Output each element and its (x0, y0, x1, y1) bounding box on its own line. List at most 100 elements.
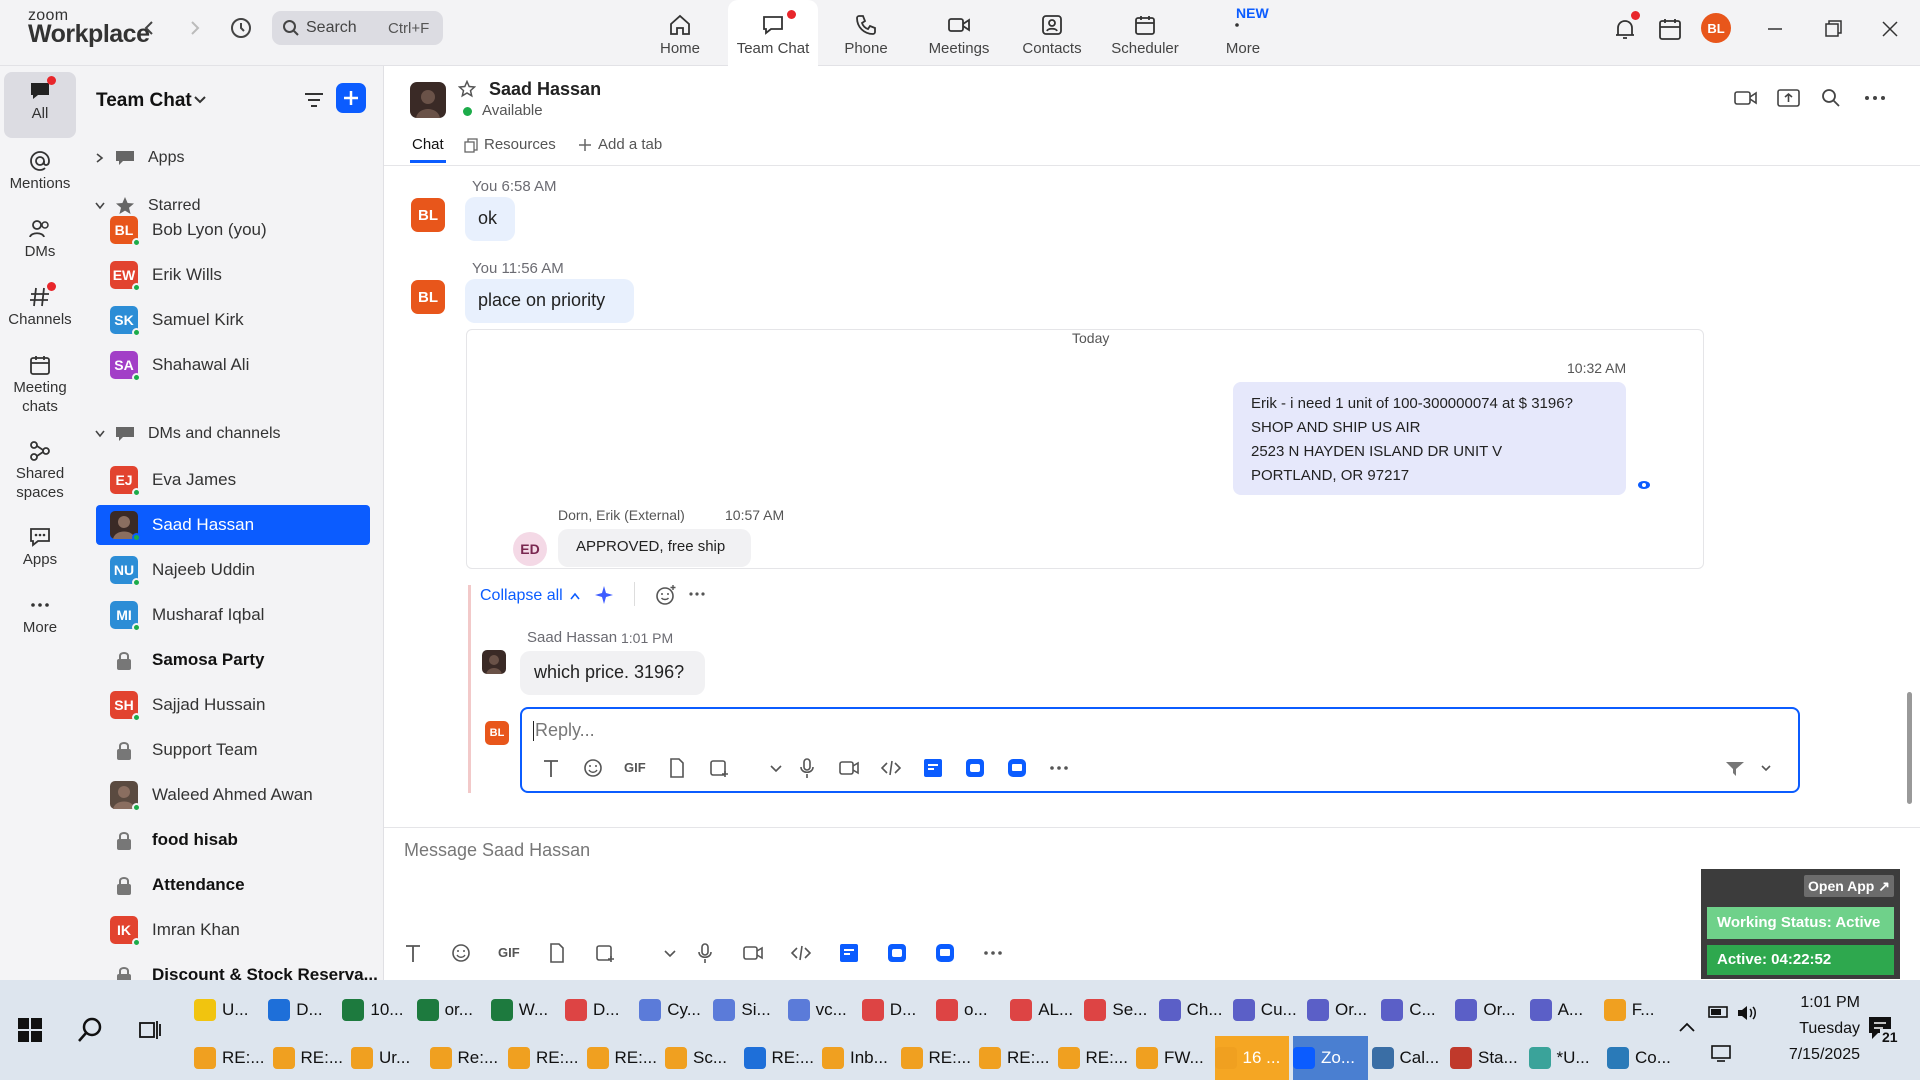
taskbar-app-button[interactable]: Si... (713, 988, 783, 1032)
taskbar-app-button[interactable]: A... (1529, 988, 1600, 1032)
taskbar-app-button[interactable]: vc... (787, 988, 858, 1032)
contact-name[interactable]: Saad Hassan (489, 79, 601, 100)
clock-day[interactable]: Tuesday (1776, 1020, 1860, 1038)
minimize-icon[interactable] (1766, 20, 1784, 38)
reply-input[interactable]: Reply... (535, 720, 595, 741)
taskbar-app-button[interactable]: RE:... (586, 1036, 662, 1080)
taskbar-app-button[interactable]: C... (1381, 988, 1451, 1032)
taskbar-app-button[interactable]: Or... (1307, 988, 1377, 1032)
add-reaction-icon[interactable] (655, 584, 677, 606)
search-bar[interactable]: Search Ctrl+F (272, 11, 443, 45)
gif-icon[interactable]: GIF (624, 760, 646, 775)
quoted-message-bubble[interactable]: Erik - i need 1 unit of 100-300000074 at… (1233, 382, 1626, 495)
taskbar-app-button[interactable]: *U... (1528, 1036, 1604, 1080)
ai-sparkle-icon[interactable] (594, 584, 616, 606)
forward-arrow-icon[interactable] (184, 18, 204, 38)
app-blue-chat-icon[interactable] (934, 942, 956, 964)
rail-mentions[interactable]: Mentions (0, 148, 80, 193)
taskbar-app-button[interactable]: RE:... (900, 1036, 976, 1080)
nav-team-chat[interactable]: Team Chat (728, 0, 818, 66)
taskbar-app-button[interactable]: Cu... (1232, 988, 1303, 1032)
rail-channels[interactable]: Channels (0, 282, 80, 329)
history-icon[interactable] (228, 15, 254, 41)
chevron-down-icon[interactable] (192, 92, 208, 108)
taskbar-app-button[interactable]: RE:... (508, 1036, 583, 1080)
show-hidden-icons-chevron[interactable] (1678, 1020, 1696, 1034)
microphone-icon[interactable] (796, 757, 818, 779)
sidebar-item[interactable]: EW Erik Wills (96, 255, 370, 295)
taskbar-app-button[interactable]: Ur... (351, 1036, 426, 1080)
reply-bubble[interactable]: APPROVED, free ship (558, 529, 751, 567)
taskbar-app-button[interactable]: FW... (1136, 1036, 1211, 1080)
favorite-star-icon[interactable] (458, 80, 476, 98)
app-blue-calendar-icon[interactable] (886, 942, 908, 964)
rail-meeting-chats[interactable]: Meeting chats (0, 352, 80, 416)
windows-start-icon[interactable] (18, 1018, 42, 1042)
code-snippet-icon[interactable] (790, 942, 812, 964)
taskbar-app-button[interactable]: Or... (1455, 988, 1525, 1032)
bell-icon[interactable] (1612, 11, 1640, 42)
reply-input-box[interactable]: Reply... GIF (520, 707, 1800, 793)
taskbar-app-button[interactable]: Ch... (1158, 988, 1229, 1032)
sidebar-item[interactable]: SK Samuel Kirk (96, 300, 370, 340)
taskbar-app-button[interactable]: 10... (342, 988, 412, 1032)
collapse-all-button[interactable]: Collapse all (480, 587, 581, 605)
app-blue-chat-icon[interactable] (1006, 757, 1028, 779)
video-message-icon[interactable] (838, 757, 860, 779)
emoji-icon[interactable] (582, 757, 604, 779)
chevron-down-icon[interactable] (765, 757, 787, 779)
app-blue-calendar-icon[interactable] (964, 757, 986, 779)
taskbar-app-button[interactable]: Inb... (822, 1036, 897, 1080)
sidebar-item[interactable]: Waleed Ahmed Awan (96, 775, 370, 815)
emoji-icon[interactable] (450, 942, 472, 964)
tab-resources[interactable]: Resources (463, 136, 556, 153)
sidebar-item[interactable]: MI Musharaf Iqbal (96, 595, 370, 635)
more-tools-icon[interactable] (982, 942, 1004, 964)
file-icon[interactable] (546, 942, 568, 964)
sidebar-item[interactable]: SH Sajjad Hussain (96, 685, 370, 725)
text-format-icon[interactable] (402, 942, 424, 964)
taskbar-app-button[interactable]: U... (194, 988, 264, 1032)
rail-dms[interactable]: DMs (0, 216, 80, 261)
new-chat-button[interactable] (336, 83, 366, 113)
share-screen-icon[interactable] (1777, 87, 1801, 109)
section-dms[interactable]: DMs and channels (94, 416, 450, 452)
screenshot-icon[interactable] (708, 757, 730, 779)
nav-scheduler[interactable]: Scheduler (1100, 0, 1190, 66)
calendar-today-icon[interactable] (1657, 16, 1683, 42)
taskbar-app-button[interactable]: or... (416, 988, 487, 1032)
more-tools-icon[interactable] (1048, 757, 1070, 779)
sidebar-title[interactable]: Team Chat (96, 90, 192, 112)
clock-date[interactable]: 7/15/2025 (1770, 1046, 1860, 1064)
microphone-icon[interactable] (694, 942, 716, 964)
taskbar-app-button[interactable]: RE:... (743, 1036, 819, 1080)
app-blue-doc-icon[interactable] (922, 757, 944, 779)
sidebar-item[interactable]: Samosa Party (96, 640, 370, 680)
message-compose-input[interactable]: Message Saad Hassan (404, 840, 590, 861)
thread-reply-bubble[interactable]: which price. 3196? (520, 651, 705, 695)
message-bubble[interactable]: ok (465, 197, 515, 241)
filter-icon[interactable] (302, 88, 326, 112)
rail-shared-spaces[interactable]: Shared spaces (0, 438, 80, 502)
video-message-icon[interactable] (742, 942, 764, 964)
chevron-down-icon[interactable] (659, 942, 681, 964)
screenshot-icon[interactable] (594, 942, 616, 964)
sidebar-item[interactable]: EJ Eva James (96, 460, 370, 500)
taskbar-app-button[interactable]: Co... (1607, 1036, 1682, 1080)
sidebar-item[interactable]: IK Imran Khan (96, 910, 370, 950)
sidebar-item[interactable]: Attendance (96, 865, 370, 905)
rail-more[interactable]: More (0, 592, 80, 637)
network-icon[interactable] (1710, 1044, 1732, 1062)
scrollbar-thumb[interactable] (1907, 692, 1912, 804)
video-call-icon[interactable] (1734, 88, 1758, 108)
nav-phone[interactable]: Phone (821, 0, 911, 66)
send-options-chevron-icon[interactable] (1760, 763, 1772, 773)
taskbar-app-button[interactable]: D... (268, 988, 338, 1032)
clock-time[interactable]: 1:01 PM (1776, 994, 1860, 1012)
tab-chat[interactable]: Chat (412, 136, 444, 153)
rail-apps[interactable]: Apps (0, 524, 80, 569)
chat-search-icon[interactable] (1821, 88, 1841, 108)
tab-add[interactable]: Add a tab (577, 136, 662, 153)
sidebar-item[interactable]: NU Najeeb Uddin (96, 550, 370, 590)
taskbar-app-button[interactable]: Re:... (429, 1036, 505, 1080)
